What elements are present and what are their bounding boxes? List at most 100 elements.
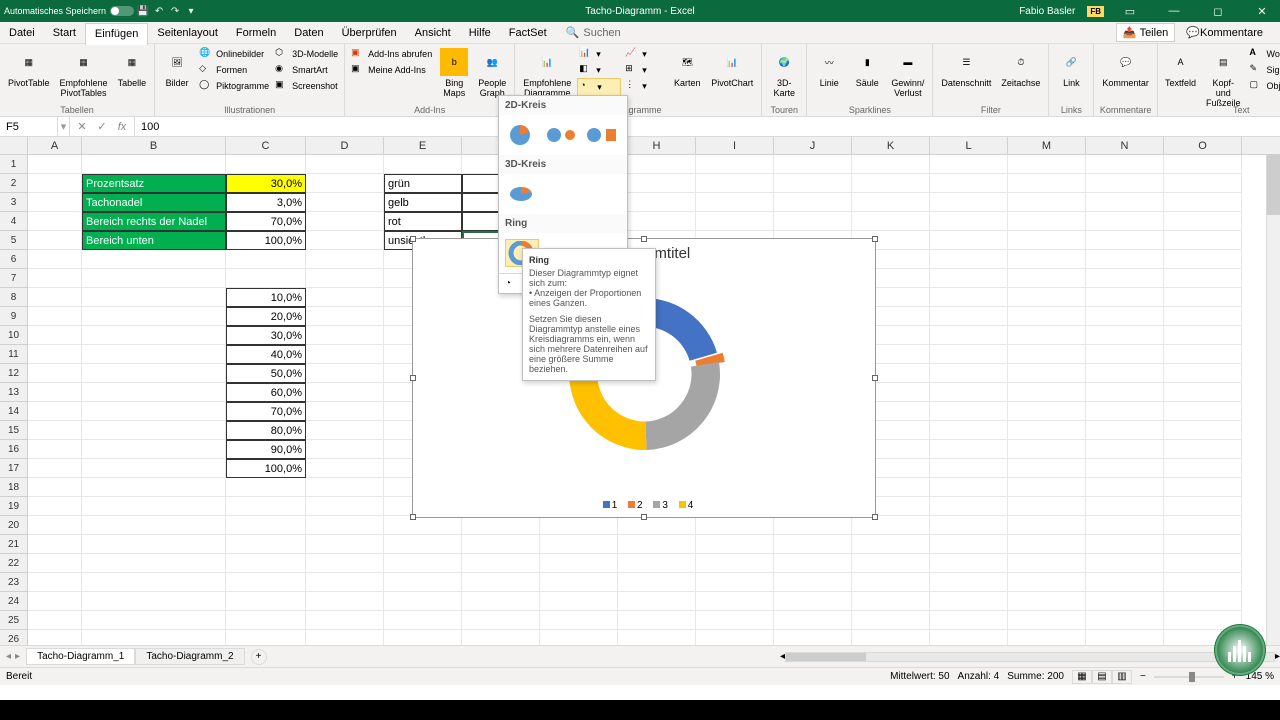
cell[interactable] bbox=[1008, 592, 1086, 611]
bar-of-pie-option[interactable] bbox=[585, 121, 619, 149]
row-header[interactable]: 13 bbox=[0, 383, 28, 402]
cell[interactable] bbox=[1008, 250, 1086, 269]
online-pictures-button[interactable]: 🌐Onlinebilder bbox=[197, 46, 271, 62]
cell[interactable]: rot bbox=[384, 212, 462, 231]
cell[interactable]: 30,0% bbox=[226, 326, 306, 345]
col-header[interactable]: L bbox=[930, 137, 1008, 154]
cell[interactable] bbox=[1164, 193, 1242, 212]
tell-me-search[interactable]: 🔍 Suchen bbox=[566, 26, 621, 39]
cell[interactable] bbox=[306, 402, 384, 421]
screenshot-button[interactable]: ▣Screenshot bbox=[273, 78, 340, 94]
maps-button[interactable]: 🗺Karten bbox=[669, 46, 705, 90]
cell[interactable] bbox=[930, 155, 1008, 174]
cell[interactable] bbox=[1086, 440, 1164, 459]
cell[interactable]: 100,0% bbox=[226, 459, 306, 478]
cell[interactable] bbox=[540, 611, 618, 630]
cell[interactable] bbox=[540, 573, 618, 592]
cell[interactable] bbox=[1008, 440, 1086, 459]
wordart-button[interactable]: 𝐀WordArt bbox=[1247, 46, 1280, 62]
cell[interactable] bbox=[28, 288, 82, 307]
cell[interactable]: Prozentsatz bbox=[82, 174, 226, 193]
cell[interactable] bbox=[82, 421, 226, 440]
cell[interactable] bbox=[226, 269, 306, 288]
cell[interactable] bbox=[1008, 421, 1086, 440]
scatter-chart-button[interactable]: ⋮▾ bbox=[623, 78, 667, 94]
cell[interactable] bbox=[306, 516, 384, 535]
cell[interactable] bbox=[930, 193, 1008, 212]
cell[interactable] bbox=[226, 497, 306, 516]
cell[interactable] bbox=[28, 402, 82, 421]
menu-datei[interactable]: Datei bbox=[0, 22, 44, 44]
cell[interactable] bbox=[226, 592, 306, 611]
menu-seitenlayout[interactable]: Seitenlayout bbox=[148, 22, 227, 44]
cell[interactable] bbox=[852, 174, 930, 193]
col-header[interactable]: I bbox=[696, 137, 774, 154]
col-header[interactable]: J bbox=[774, 137, 852, 154]
cell[interactable] bbox=[618, 535, 696, 554]
cell[interactable] bbox=[1008, 459, 1086, 478]
cell[interactable] bbox=[226, 554, 306, 573]
cell[interactable] bbox=[696, 592, 774, 611]
cell[interactable] bbox=[774, 516, 852, 535]
col-header[interactable]: N bbox=[1086, 137, 1164, 154]
cell[interactable] bbox=[1008, 345, 1086, 364]
cell[interactable] bbox=[1008, 383, 1086, 402]
cell[interactable] bbox=[306, 421, 384, 440]
cell[interactable] bbox=[1164, 535, 1242, 554]
cell[interactable]: 20,0% bbox=[226, 307, 306, 326]
cell[interactable] bbox=[1086, 497, 1164, 516]
col-header[interactable]: O bbox=[1164, 137, 1242, 154]
cell[interactable] bbox=[1008, 402, 1086, 421]
cell[interactable]: 3,0% bbox=[226, 193, 306, 212]
formula-input[interactable]: 100 bbox=[135, 121, 1280, 133]
cell[interactable] bbox=[852, 630, 930, 645]
row-header[interactable]: 24 bbox=[0, 592, 28, 611]
recommended-charts-button[interactable]: 📊Empfohlene Diagramme bbox=[519, 46, 575, 100]
cell[interactable] bbox=[28, 554, 82, 573]
page-layout-icon[interactable]: ▤ bbox=[1092, 670, 1112, 684]
cell[interactable] bbox=[28, 383, 82, 402]
cell[interactable] bbox=[1086, 269, 1164, 288]
ribbon-options-icon[interactable]: ▭ bbox=[1112, 0, 1148, 22]
smartart-button[interactable]: ◉SmartArt bbox=[273, 62, 340, 78]
cell[interactable] bbox=[384, 554, 462, 573]
pie-2d-option[interactable] bbox=[505, 121, 539, 149]
sparkline-column-button[interactable]: ▮Säule bbox=[849, 46, 885, 90]
cell[interactable] bbox=[852, 516, 930, 535]
col-header[interactable]: M bbox=[1008, 137, 1086, 154]
cell[interactable] bbox=[462, 592, 540, 611]
cell[interactable] bbox=[1086, 326, 1164, 345]
cell[interactable] bbox=[82, 630, 226, 645]
row-header[interactable]: 26 bbox=[0, 630, 28, 645]
cell[interactable] bbox=[82, 459, 226, 478]
cell[interactable] bbox=[384, 573, 462, 592]
cell[interactable] bbox=[1086, 573, 1164, 592]
row-header[interactable]: 15 bbox=[0, 421, 28, 440]
cell[interactable] bbox=[306, 269, 384, 288]
menu-formeln[interactable]: Formeln bbox=[227, 22, 285, 44]
name-box[interactable]: F5 bbox=[0, 117, 58, 136]
cell[interactable] bbox=[306, 611, 384, 630]
cell[interactable] bbox=[28, 212, 82, 231]
slicer-button[interactable]: ☰Datenschnitt bbox=[937, 46, 995, 90]
normal-view-icon[interactable]: ▦ bbox=[1072, 670, 1092, 684]
cell[interactable] bbox=[1008, 497, 1086, 516]
cell[interactable] bbox=[1008, 554, 1086, 573]
cell[interactable] bbox=[852, 592, 930, 611]
cell[interactable] bbox=[852, 535, 930, 554]
cell[interactable]: 10,0% bbox=[226, 288, 306, 307]
cell[interactable] bbox=[82, 326, 226, 345]
statistic-chart-button[interactable]: ⊞▾ bbox=[623, 62, 667, 78]
cell[interactable] bbox=[82, 345, 226, 364]
cell[interactable] bbox=[82, 307, 226, 326]
cell[interactable] bbox=[774, 155, 852, 174]
cell[interactable] bbox=[28, 250, 82, 269]
cell[interactable] bbox=[306, 193, 384, 212]
cell[interactable] bbox=[930, 383, 1008, 402]
row-header[interactable]: 1 bbox=[0, 155, 28, 174]
sparkline-winloss-button[interactable]: ▬Gewinn/ Verlust bbox=[887, 46, 928, 100]
link-button[interactable]: 🔗Link bbox=[1053, 46, 1089, 90]
cell[interactable]: 70,0% bbox=[226, 212, 306, 231]
comments-button[interactable]: 💬 Kommentare bbox=[1177, 22, 1272, 44]
cell[interactable] bbox=[1008, 516, 1086, 535]
